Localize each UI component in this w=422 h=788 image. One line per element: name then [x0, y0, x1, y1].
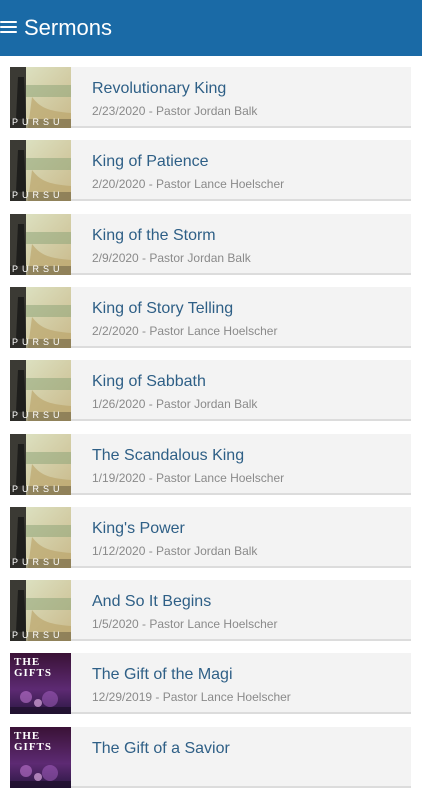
sermon-title: Revolutionary King — [92, 80, 227, 97]
artwork-caption: PURSU — [12, 190, 64, 200]
pursue-series-artwork: PURSU — [10, 360, 71, 421]
pursue-series-artwork: PURSU — [10, 434, 71, 495]
sermon-date-speaker: 1/19/2020 - Pastor Lance Hoelscher — [92, 471, 285, 485]
hamburger-menu-icon[interactable] — [0, 21, 18, 35]
sermon-card[interactable]: PURSU King of Sabbath 1/26/2020 - Pastor J… — [10, 360, 411, 421]
pursue-series-artwork: PURSU — [10, 140, 71, 201]
pursue-series-artwork: PURSU — [10, 287, 71, 348]
sermon-date-speaker: 2/9/2020 - Pastor Jordan Balk — [92, 251, 251, 265]
sermon-title: The Gift of the Magi — [92, 666, 233, 683]
sermon-card[interactable]: PURSU King of the Storm 2/9/2020 - Pastor … — [10, 214, 411, 275]
sermon-title: The Scandalous King — [92, 447, 245, 464]
sermon-title: And So It Begins — [92, 593, 212, 610]
pursue-series-artwork: PURSU — [10, 67, 71, 128]
artwork-caption: PURSU — [12, 630, 64, 640]
artwork-caption: THE GIFTS — [14, 656, 53, 679]
app-bar: Sermons — [0, 0, 422, 56]
page-title: Sermons — [24, 15, 113, 40]
sermon-date-speaker: 2/2/2020 - Pastor Lance Hoelscher — [92, 324, 278, 338]
sermon-date-speaker: 2/23/2020 - Pastor Jordan Balk — [92, 104, 258, 118]
sermon-card[interactable]: PURSU The Scandalous King 1/19/2020 - Past… — [10, 434, 411, 495]
artwork-caption: PURSU — [12, 484, 64, 494]
sermon-card[interactable]: THE GIFTS The Gift of a Savior — [10, 727, 411, 788]
sermon-card[interactable]: THE GIFTS The Gift of the Magi 12/29/2019 … — [10, 653, 411, 714]
sermon-card[interactable]: PURSU King's Power 1/12/2020 - Pastor Jord… — [10, 507, 411, 568]
sermon-date-speaker: 12/29/2019 - Pastor Lance Hoelscher — [92, 690, 291, 704]
pursue-series-artwork: PURSU — [10, 507, 71, 568]
sermon-title: King of Story Telling — [92, 300, 234, 317]
sermon-title: King of the Storm — [92, 227, 216, 244]
sermon-date-speaker: 1/12/2020 - Pastor Jordan Balk — [92, 544, 258, 558]
sermon-title: King of Patience — [92, 153, 209, 170]
sermon-card[interactable]: PURSU King of Patience 2/20/2020 - Pastor … — [10, 140, 411, 201]
sermon-card[interactable]: PURSU King of Story Telling 2/2/2020 - Pas… — [10, 287, 411, 348]
sermon-date-speaker: 1/26/2020 - Pastor Jordan Balk — [92, 397, 258, 411]
sermon-date-speaker: 2/20/2020 - Pastor Lance Hoelscher — [92, 177, 285, 191]
gifts-series-artwork: THE GIFTS — [10, 727, 71, 788]
artwork-caption: PURSU — [12, 410, 64, 420]
artwork-caption: PURSU — [12, 337, 64, 347]
sermon-date-speaker: 1/5/2020 - Pastor Lance Hoelscher — [92, 617, 278, 631]
gifts-series-artwork: THE GIFTS — [10, 653, 71, 714]
sermon-title: King's Power — [92, 520, 185, 537]
pursue-series-artwork: PURSU — [10, 214, 71, 275]
sermon-title: King of Sabbath — [92, 373, 206, 390]
artwork-caption: PURSU — [12, 117, 64, 127]
artwork-caption: PURSU — [12, 264, 64, 274]
pursue-series-artwork: PURSU — [10, 580, 71, 641]
artwork-caption: PURSU — [12, 557, 64, 567]
sermon-card[interactable]: PURSU And So It Begins 1/5/2020 - Pastor L… — [10, 580, 411, 641]
sermon-title: The Gift of a Savior — [92, 740, 230, 757]
sermon-card[interactable]: PURSU Revolutionary King 2/23/2020 - Pasto… — [10, 67, 411, 128]
